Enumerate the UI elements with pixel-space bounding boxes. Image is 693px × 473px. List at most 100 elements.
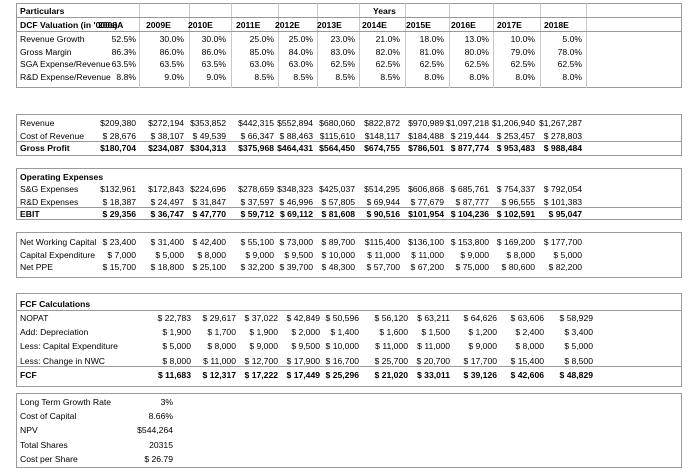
capital-value[interactable]: $ 89,700 (322, 236, 355, 248)
assumption-value[interactable]: 84.0% (289, 46, 313, 58)
assumption-value[interactable]: 83.0% (331, 46, 355, 58)
fcf-value[interactable]: $ 2,400 (515, 326, 544, 338)
fcf-value[interactable]: $ 17,449 (287, 369, 320, 381)
opex-value[interactable]: $ 96,555 (502, 196, 535, 208)
capital-value[interactable]: $ 18,800 (151, 261, 184, 273)
capital-value[interactable]: $ 169,200 (497, 236, 535, 248)
assumption-value[interactable]: 63.0% (289, 58, 313, 70)
assumption-value[interactable]: 10.0% (511, 33, 535, 45)
assumption-value[interactable]: 8.0% (424, 71, 444, 83)
capital-value[interactable]: $ 177,700 (544, 236, 582, 248)
revenue-value[interactable]: $304,313 (190, 142, 226, 154)
opex-value[interactable]: $172,843 (148, 183, 184, 195)
assumption-value[interactable]: 86.0% (160, 46, 184, 58)
fcf-value[interactable]: $ 39,126 (464, 369, 497, 381)
opex-value[interactable]: $ 754,337 (497, 183, 535, 195)
revenue-value[interactable]: $1,267,287 (539, 117, 582, 129)
fcf-value[interactable]: $ 5,000 (564, 340, 593, 352)
fcf-value[interactable]: $ 25,700 (375, 355, 408, 367)
capital-value[interactable]: $ 75,000 (456, 261, 489, 273)
fcf-value[interactable]: $ 48,829 (560, 369, 593, 381)
opex-value[interactable]: $ 90,516 (367, 208, 400, 220)
opex-value[interactable]: $425,037 (319, 183, 355, 195)
assumption-value[interactable]: 62.5% (420, 58, 444, 70)
fcf-value[interactable]: $ 63,606 (511, 312, 544, 324)
assumption-value[interactable]: 21.0% (376, 33, 400, 45)
capital-value[interactable]: $ 9,500 (284, 249, 313, 261)
capital-value[interactable]: $ 31,400 (151, 236, 184, 248)
opex-value[interactable]: $ 685,761 (451, 183, 489, 195)
capital-value[interactable]: $ 39,700 (280, 261, 313, 273)
opex-value[interactable]: $ 47,770 (193, 208, 226, 220)
fcf-value[interactable]: $ 8,000 (207, 340, 236, 352)
capital-value[interactable]: $ 11,000 (411, 249, 444, 261)
fcf-value[interactable]: $ 37,022 (245, 312, 278, 324)
assumption-value[interactable]: 9.0% (164, 71, 184, 83)
capital-value[interactable]: $ 10,000 (322, 249, 355, 261)
fcf-value[interactable]: $ 12,700 (245, 355, 278, 367)
assumption-value[interactable]: 63.5% (202, 58, 226, 70)
valuation-value[interactable]: 8.66% (149, 410, 173, 422)
fcf-value[interactable]: $ 17,700 (464, 355, 497, 367)
assumption-value[interactable]: 79.0% (511, 46, 535, 58)
capital-value[interactable]: $ 57,700 (367, 261, 400, 273)
assumption-value[interactable]: 82.0% (376, 46, 400, 58)
capital-value[interactable]: $ 153,800 (451, 236, 489, 248)
fcf-value[interactable]: $ 58,929 (560, 312, 593, 324)
fcf-value[interactable]: $ 2,000 (291, 326, 320, 338)
assumption-value[interactable]: 81.0% (420, 46, 444, 58)
opex-value[interactable]: $ 81,608 (322, 208, 355, 220)
opex-value[interactable]: $ 46,996 (280, 196, 313, 208)
capital-value[interactable]: $ 80,600 (502, 261, 535, 273)
revenue-value[interactable]: $ 253,457 (497, 130, 535, 142)
assumption-value[interactable]: 85.0% (250, 46, 274, 58)
assumption-value[interactable]: 62.5% (511, 58, 535, 70)
opex-value[interactable]: $ 59,712 (241, 208, 274, 220)
revenue-value[interactable]: $ 219,444 (451, 130, 489, 142)
fcf-value[interactable]: $ 1,600 (379, 326, 408, 338)
revenue-value[interactable]: $209,380 (100, 117, 136, 129)
fcf-value[interactable]: $ 9,000 (468, 340, 497, 352)
revenue-value[interactable]: $442,315 (238, 117, 274, 129)
capital-value[interactable]: $ 48,300 (322, 261, 355, 273)
opex-value[interactable]: $132,961 (100, 183, 136, 195)
revenue-value[interactable]: $822,872 (364, 117, 400, 129)
fcf-value[interactable]: $ 56,120 (375, 312, 408, 324)
fcf-value[interactable]: $ 63,211 (417, 312, 450, 324)
opex-value[interactable]: $ 104,236 (451, 208, 489, 220)
revenue-value[interactable]: $1,206,940 (492, 117, 535, 129)
assumption-value[interactable]: 62.5% (331, 58, 355, 70)
assumption-value[interactable]: 63.5% (112, 58, 136, 70)
fcf-value[interactable]: $ 11,000 (417, 340, 450, 352)
assumption-value[interactable]: 30.0% (160, 33, 184, 45)
fcf-value[interactable]: $ 12,317 (203, 369, 236, 381)
revenue-value[interactable]: $680,060 (319, 117, 355, 129)
valuation-value[interactable]: 3% (161, 396, 173, 408)
assumption-value[interactable]: 30.0% (202, 33, 226, 45)
revenue-value[interactable]: $ 953,483 (497, 142, 535, 154)
assumption-value[interactable]: 18.0% (420, 33, 444, 45)
revenue-value[interactable]: $ 988,484 (544, 142, 582, 154)
fcf-value[interactable]: $ 11,683 (158, 369, 191, 381)
revenue-value[interactable]: $115,610 (320, 130, 355, 142)
assumption-value[interactable]: 23.0% (331, 33, 355, 45)
revenue-value[interactable]: $970,989 (408, 117, 444, 129)
valuation-value[interactable]: $544,264 (137, 424, 173, 436)
capital-value[interactable]: $ 9,000 (460, 249, 489, 261)
assumption-value[interactable]: 86.0% (202, 46, 226, 58)
opex-value[interactable]: $ 57,805 (322, 196, 355, 208)
valuation-value[interactable]: 20315 (149, 439, 173, 451)
revenue-value[interactable]: $464,431 (277, 142, 313, 154)
fcf-value[interactable]: $ 11,000 (203, 355, 236, 367)
opex-value[interactable]: $ 36,747 (151, 208, 184, 220)
fcf-value[interactable]: $ 10,000 (326, 340, 359, 352)
fcf-value[interactable]: $ 17,222 (245, 369, 278, 381)
opex-value[interactable]: $ 29,356 (103, 208, 136, 220)
opex-value[interactable]: $101,954 (408, 208, 444, 220)
fcf-value[interactable]: $ 21,020 (375, 369, 408, 381)
assumption-value[interactable]: 8.0% (469, 71, 489, 83)
assumption-value[interactable]: 8.0% (562, 71, 582, 83)
fcf-value[interactable]: $ 33,011 (417, 369, 450, 381)
opex-value[interactable]: $ 69,944 (367, 196, 400, 208)
assumption-value[interactable]: 78.0% (558, 46, 582, 58)
